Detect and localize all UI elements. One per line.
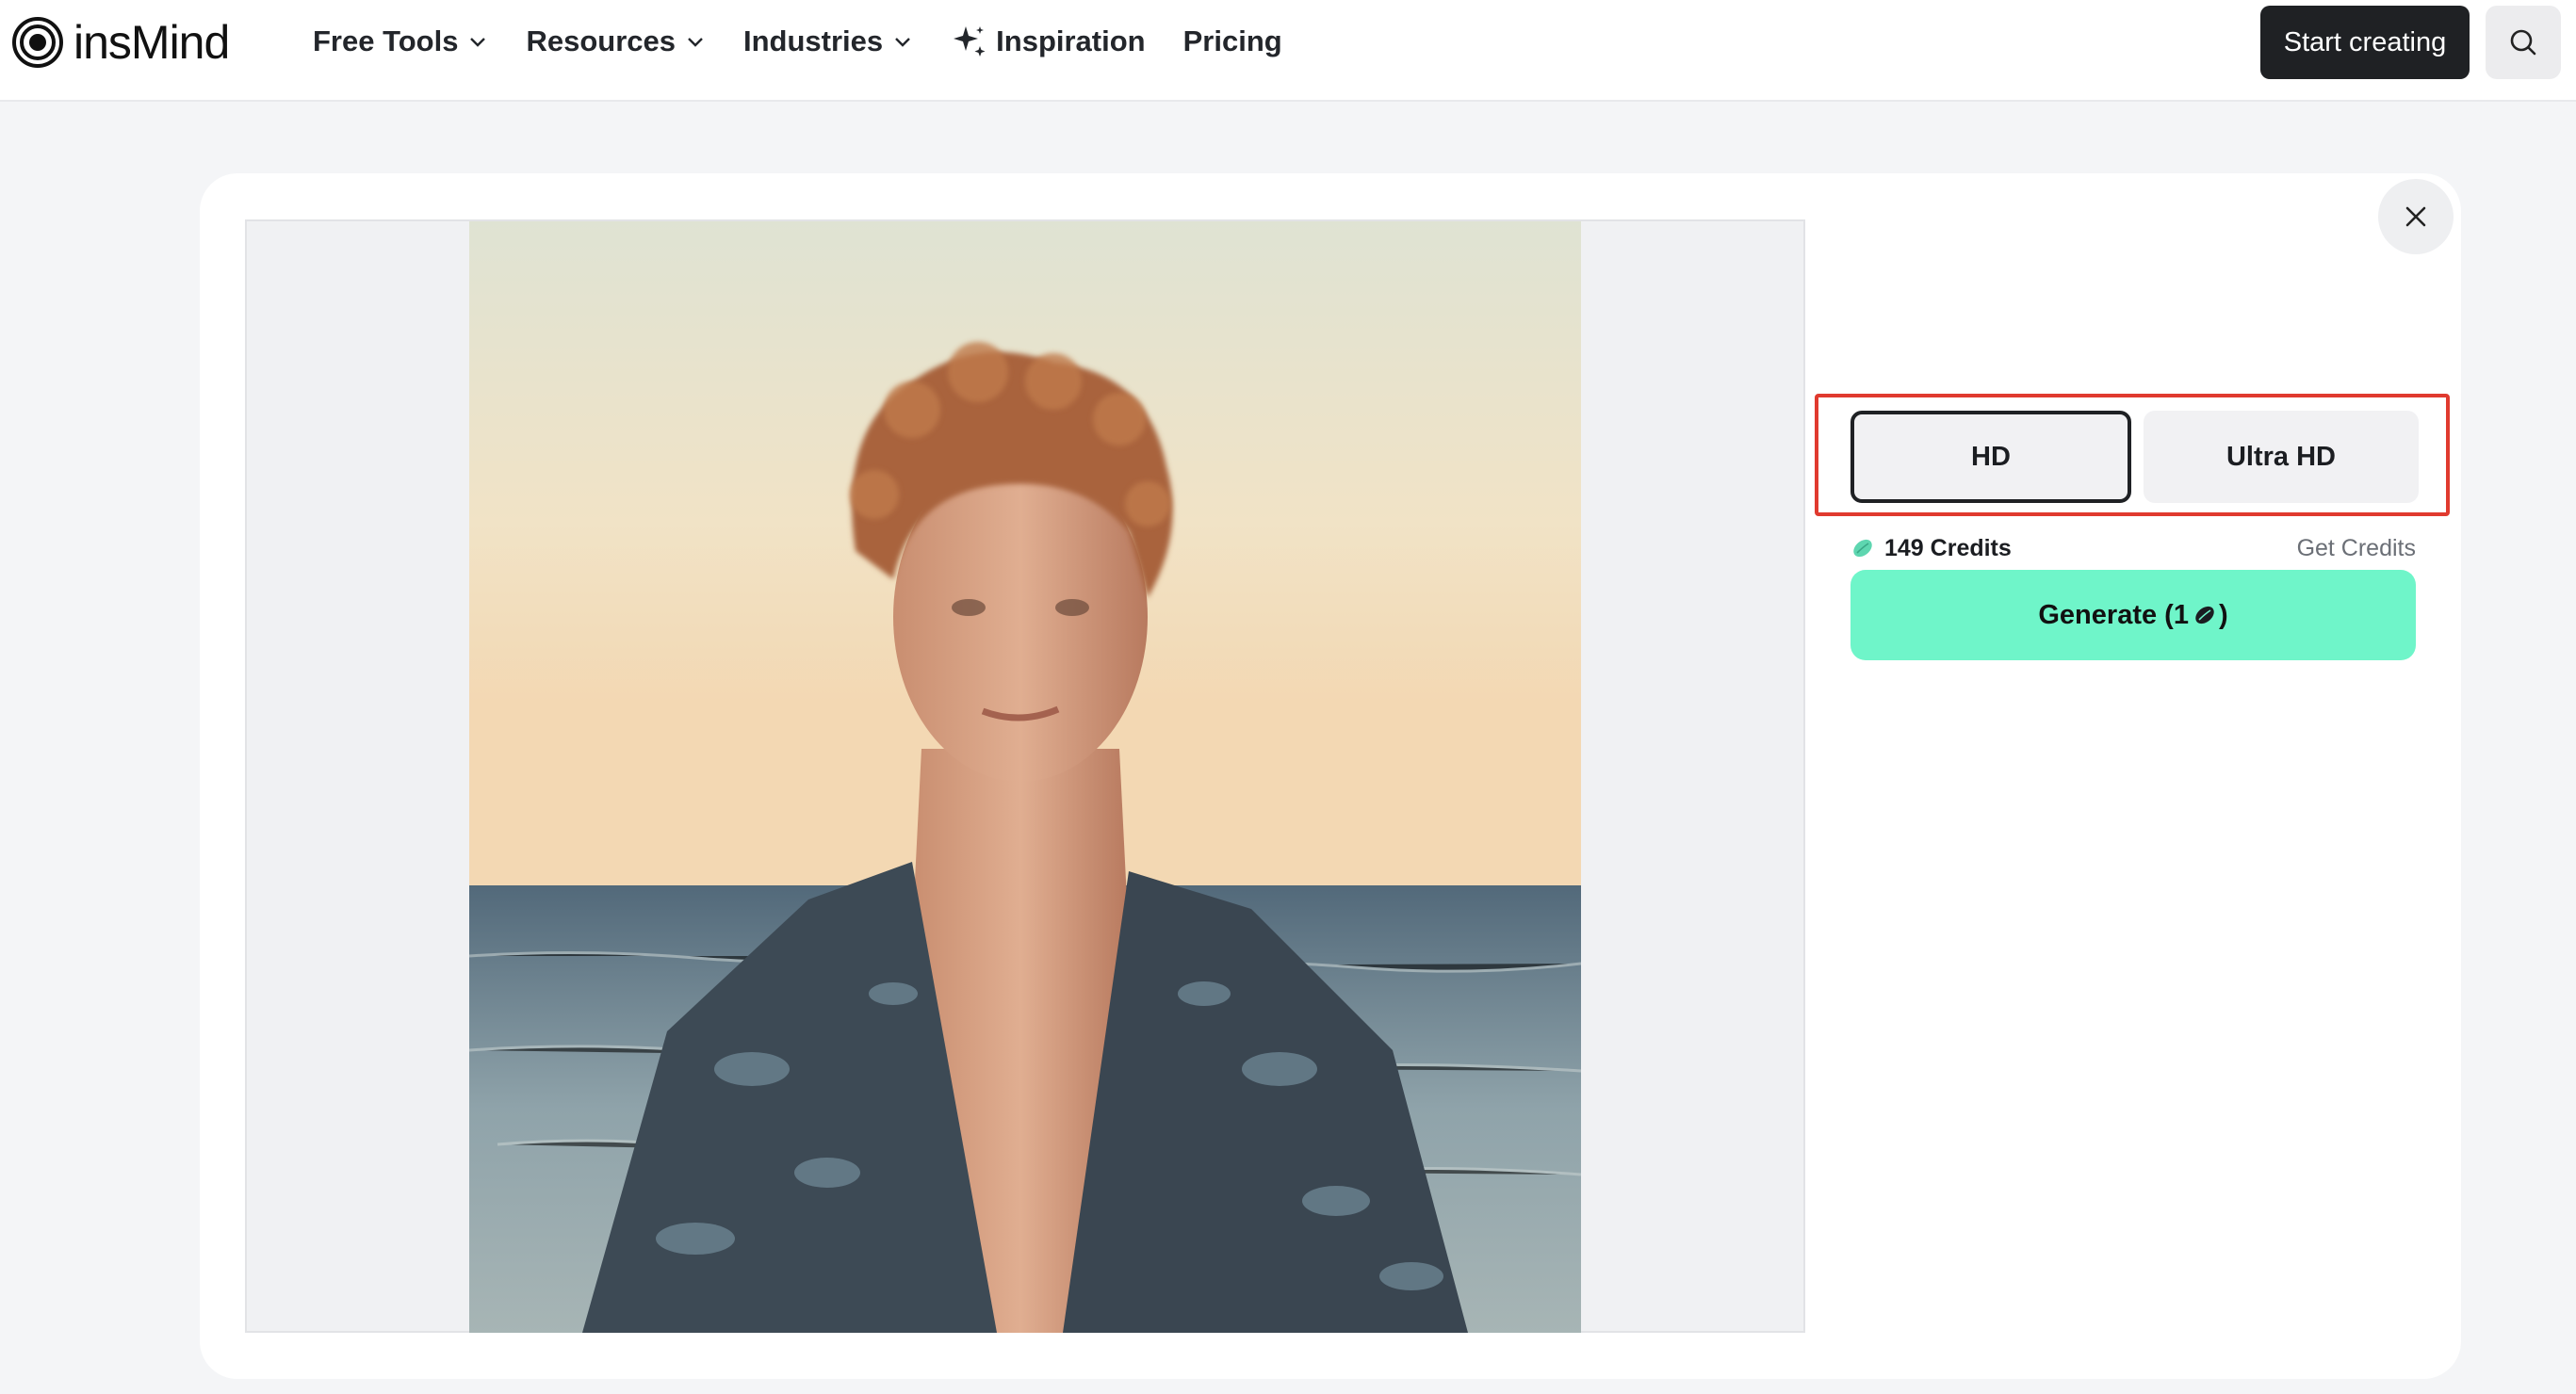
logo[interactable]: insMind <box>11 16 230 69</box>
search-icon <box>2510 29 2536 56</box>
nav-pricing[interactable]: Pricing <box>1183 24 1282 58</box>
sparkle-icon <box>954 26 986 57</box>
start-creating-button[interactable]: Start creating <box>2260 6 2470 79</box>
nav-pricing-label: Pricing <box>1182 24 1282 57</box>
nav-inspiration-label: Inspiration <box>996 24 1146 57</box>
nav-resources-label: Resources <box>526 24 676 57</box>
nav-resources[interactable]: Resources <box>526 24 706 58</box>
chevron-down-icon <box>895 38 911 47</box>
nav-free-tools[interactable]: Free Tools <box>313 24 488 58</box>
upscale-modal: HD Ultra HD 149 Credits Get Credits Gene… <box>200 173 2461 1379</box>
nav-free-tools-label: Free Tools <box>313 24 459 57</box>
credit-bean-icon <box>2195 606 2214 624</box>
credits-row: 149 Credits Get Credits <box>1850 531 2416 565</box>
top-navigation-bar: insMind Free Tools Resources Industries … <box>0 0 2576 102</box>
preview-photo <box>469 221 1581 1333</box>
quality-hd-button[interactable]: HD <box>1850 411 2131 503</box>
logo-icon <box>12 17 63 68</box>
close-button[interactable] <box>2378 179 2454 254</box>
generate-label-prefix: Generate (1 <box>2038 599 2189 630</box>
credits-balance: 149 Credits <box>1850 535 2012 562</box>
search-button[interactable] <box>2486 6 2561 79</box>
nav-industries[interactable]: Industries <box>743 24 913 58</box>
main-nav: Free Tools Resources Industries Inspirat… <box>313 21 1320 62</box>
generate-label-suffix: ) <box>2218 599 2228 630</box>
chevron-down-icon <box>688 38 703 47</box>
portrait-image <box>469 221 1581 1333</box>
quality-ultra-hd-button[interactable]: Ultra HD <box>2144 411 2419 503</box>
get-credits-link[interactable]: Get Credits <box>2297 535 2416 562</box>
chevron-down-icon <box>470 38 486 47</box>
image-preview-area <box>245 219 1805 1333</box>
credit-bean-icon <box>1853 539 1872 558</box>
nav-inspiration[interactable]: Inspiration <box>951 23 1146 60</box>
credits-amount: 149 Credits <box>1884 534 2012 561</box>
nav-industries-label: Industries <box>743 24 884 57</box>
quality-selector: HD Ultra HD <box>1815 394 2450 516</box>
logo-text: insMind <box>73 16 230 69</box>
generate-button[interactable]: Generate (1 ) <box>1850 570 2416 660</box>
close-icon <box>2405 206 2426 227</box>
